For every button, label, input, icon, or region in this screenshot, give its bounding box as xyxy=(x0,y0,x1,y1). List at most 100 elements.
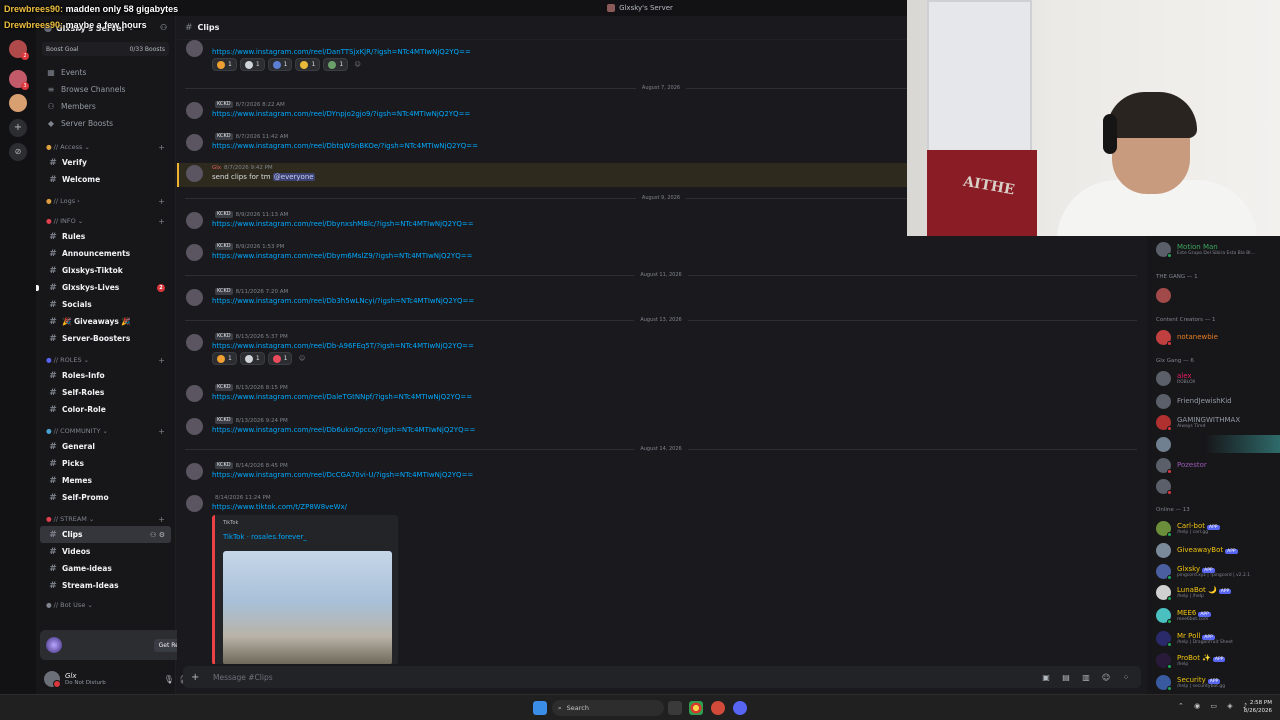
category-stream[interactable]: ●// STREAM ⌄ + xyxy=(36,512,175,526)
category-roles[interactable]: ●// ROLES ⌄ + xyxy=(36,353,175,367)
category-community[interactable]: ●// COMMUNITY ⌄ + xyxy=(36,424,175,438)
message-link[interactable]: https://www.instagram.com/reel/Db3h5wLNc… xyxy=(212,297,474,305)
category-logs[interactable]: ●// Logs › + xyxy=(36,194,175,208)
message-input[interactable] xyxy=(213,672,1033,682)
member[interactable]: Carl-bot APP/help | carl.gg xyxy=(1156,519,1280,537)
member[interactable]: Motion Man Este Grupo Del Sibira Esta Bla… xyxy=(1156,240,1280,258)
member[interactable]: FriendJewishKid xyxy=(1156,392,1280,410)
sticker-icon[interactable]: ▥ xyxy=(1079,673,1093,682)
channel-memes[interactable]: # Memes xyxy=(40,472,171,489)
member[interactable]: GAMINGWITHMAX Always Tired xyxy=(1156,413,1280,431)
discord-icon[interactable] xyxy=(733,701,747,715)
app-icon[interactable] xyxy=(711,701,725,715)
add-server-icon[interactable]: + xyxy=(9,119,27,137)
apps-icon[interactable]: ⁘ xyxy=(1119,673,1133,682)
reaction[interactable]: 1 xyxy=(267,352,293,365)
boost-goal-bar[interactable]: Boost Goal 0/33 Boosts xyxy=(42,42,169,56)
message-link[interactable]: https://www.instagram.com/reel/DbtqWSnBK… xyxy=(212,142,478,150)
channel-general[interactable]: # General xyxy=(40,438,171,455)
channel-settings-icon[interactable]: ⚇ ⚙ xyxy=(150,531,165,539)
channel-game-ideas[interactable]: # Game-ideas xyxy=(40,560,171,577)
file-explorer-icon[interactable] xyxy=(668,701,682,715)
author-name[interactable]: Glx xyxy=(212,165,221,171)
member[interactable]: Mr Poll APP/help | Dragonfruit Sheet xyxy=(1156,629,1280,647)
channel-welcome[interactable]: # Welcome xyxy=(40,171,171,188)
avatar[interactable] xyxy=(186,165,203,182)
emoji-icon[interactable]: ☺ xyxy=(1099,673,1113,682)
message-link[interactable]: https://www.tiktok.com/t/ZP8W8veWx/ xyxy=(212,503,347,511)
member[interactable]: alex ROBLOX xyxy=(1156,369,1280,387)
server-icon[interactable]: 3 xyxy=(9,70,29,90)
reaction[interactable]: 1 xyxy=(212,58,237,71)
windows-start-icon[interactable] xyxy=(533,701,547,715)
server-icon[interactable] xyxy=(9,94,27,112)
avatar[interactable] xyxy=(186,289,203,306)
channel-color-role[interactable]: # Color-Role xyxy=(40,401,171,418)
gift-icon[interactable]: ▣ xyxy=(1039,673,1053,682)
message-link[interactable]: https://www.instagram.com/reel/DaleTGtNN… xyxy=(212,393,472,401)
reaction[interactable]: 1 xyxy=(212,352,237,365)
category-bot-use[interactable]: ●// Bot Use ⌄ xyxy=(36,598,175,612)
channel-picks[interactable]: # Picks xyxy=(40,455,171,472)
chrome-icon[interactable] xyxy=(689,701,703,715)
avatar[interactable] xyxy=(186,334,203,351)
channel-rules[interactable]: # Rules xyxy=(40,228,171,245)
channel-giveaways[interactable]: # 🎉 Giveaways 🎉 xyxy=(40,313,171,330)
channel-self-promo[interactable]: # Self-Promo xyxy=(40,489,171,506)
message-link[interactable]: https://www.instagram.com/reel/DcCGA70vi… xyxy=(212,471,473,479)
member[interactable] xyxy=(1156,477,1280,495)
member[interactable] xyxy=(1156,286,1280,304)
add-channel-icon[interactable]: + xyxy=(158,427,165,436)
channel-verify[interactable]: # Verify xyxy=(40,154,171,171)
member[interactable] xyxy=(1156,435,1280,453)
channel-server-boosters[interactable]: # Server-Boosters xyxy=(40,330,171,347)
avatar[interactable] xyxy=(186,212,203,229)
attach-plus-icon[interactable]: + xyxy=(191,672,203,683)
channel-stream-ideas[interactable]: # Stream-Ideas xyxy=(40,577,171,594)
clock[interactable]: 2:58 PM 8/26/2026 xyxy=(1232,699,1272,715)
reaction[interactable]: 1 xyxy=(239,58,265,71)
add-reaction-icon[interactable]: ☺ xyxy=(351,58,364,71)
reaction[interactable]: 1 xyxy=(239,352,265,365)
add-channel-icon[interactable]: + xyxy=(158,197,165,206)
channel-self-roles[interactable]: # Self-Roles xyxy=(40,384,171,401)
member[interactable]: notanewbie xyxy=(1156,328,1280,346)
member[interactable]: ProBot ✨ APP/help xyxy=(1156,651,1280,669)
embed-thumbnail[interactable] xyxy=(223,551,392,664)
add-reaction-icon[interactable]: ☺ xyxy=(295,352,308,365)
avatar[interactable] xyxy=(186,134,203,151)
add-channel-icon[interactable]: + xyxy=(158,356,165,365)
category-info[interactable]: ●// INFO ⌄ + xyxy=(36,214,175,228)
nav-browse-channels[interactable]: ≡ Browse Channels xyxy=(36,81,175,98)
add-channel-icon[interactable]: + xyxy=(158,217,165,226)
message-link[interactable]: https://www.instagram.com/reel/Dbym6MslZ… xyxy=(212,252,472,260)
mention[interactable]: @everyone xyxy=(272,173,315,181)
channel-announcements[interactable]: # Announcements xyxy=(40,245,171,262)
message-link[interactable]: https://www.instagram.com/reel/DYnpjo2gj… xyxy=(212,110,470,118)
channel-lives[interactable]: # Glxskys-Lives 2 xyxy=(36,279,171,296)
channel-socials[interactable]: # Socials xyxy=(40,296,171,313)
channel-clips[interactable]: # Clips ⚇ ⚙ xyxy=(40,526,171,543)
embed-title[interactable]: TikTok · rosales.forever_ xyxy=(223,533,307,541)
avatar[interactable] xyxy=(186,418,203,435)
member[interactable]: Glxsky APP pingcord.xyz | !pingcord | v2.2… xyxy=(1156,562,1280,580)
channel-roles-info[interactable]: # Roles-Info xyxy=(40,367,171,384)
message-link[interactable]: https://www.instagram.com/reel/DbynxshMB… xyxy=(212,220,474,228)
message-link[interactable]: https://www.instagram.com/reel/Db-A96FEq… xyxy=(212,342,474,350)
nav-members[interactable]: ⚇ Members xyxy=(36,98,175,115)
member[interactable]: LunaBot 🌙 APP/help | /help xyxy=(1156,583,1280,601)
discover-icon[interactable]: ⊘ xyxy=(9,143,27,161)
channel-tiktok[interactable]: # Glxskys-Tiktok xyxy=(40,262,171,279)
add-channel-icon[interactable]: + xyxy=(158,143,165,152)
message-link[interactable]: https://www.instagram.com/reel/DanTTSjxK… xyxy=(212,48,471,56)
member[interactable]: Pozestor xyxy=(1156,456,1280,474)
reaction[interactable]: 1 xyxy=(267,58,293,71)
avatar[interactable] xyxy=(44,671,61,688)
member[interactable]: MEE6 APP mee6bot.com xyxy=(1156,606,1280,624)
member[interactable]: GiveawayBot APP xyxy=(1156,541,1280,559)
nav-events[interactable]: ▦ Events xyxy=(36,64,175,81)
reaction[interactable]: 1 xyxy=(295,58,321,71)
avatar[interactable] xyxy=(186,40,203,57)
category-access[interactable]: ●// Access ⌄ + xyxy=(36,140,175,154)
gif-icon[interactable]: ▤ xyxy=(1059,673,1073,682)
